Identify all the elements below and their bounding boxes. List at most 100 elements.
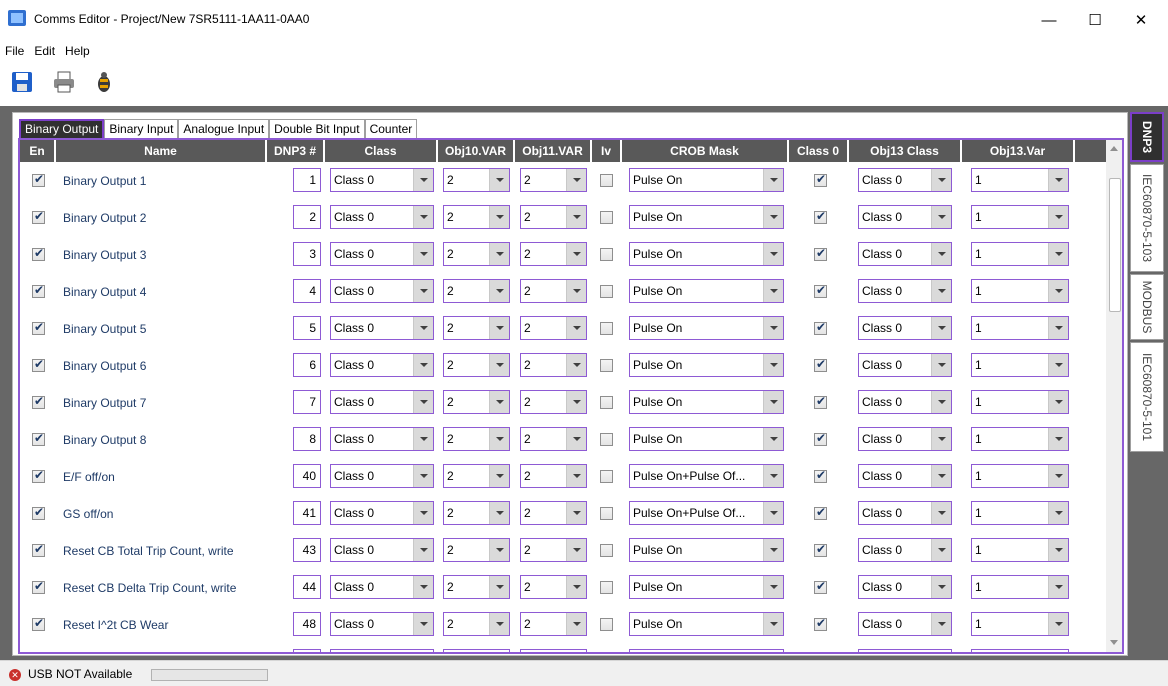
chevron-down-icon[interactable]: [1048, 465, 1068, 487]
combo-select[interactable]: [858, 649, 952, 652]
crob-mask-select[interactable]: Pulse On+Pulse Of...: [629, 501, 784, 525]
chevron-down-icon[interactable]: [1048, 206, 1068, 228]
chevron-down-icon[interactable]: [1048, 280, 1068, 302]
chevron-down-icon[interactable]: [566, 465, 586, 487]
enable-checkbox[interactable]: [32, 542, 45, 557]
class-select[interactable]: Class 0: [330, 427, 434, 451]
crob-mask-select[interactable]: Pulse On: [629, 279, 784, 303]
dnp3-index-input[interactable]: 8: [293, 427, 321, 451]
obj11-var-select[interactable]: 2: [520, 464, 587, 488]
obj13-class-select[interactable]: Class 0: [858, 538, 952, 562]
combo-select[interactable]: [971, 649, 1069, 652]
chevron-down-icon[interactable]: [931, 576, 951, 598]
class-select[interactable]: Class 0: [330, 501, 434, 525]
column-header-obj13-var[interactable]: Obj13.Var: [962, 140, 1075, 162]
class-select[interactable]: Class 0: [330, 279, 434, 303]
obj11-var-select[interactable]: 2: [520, 168, 587, 192]
combo-select[interactable]: [520, 649, 587, 652]
enable-checkbox[interactable]: [32, 209, 45, 224]
dnp3-index-input[interactable]: 41: [293, 501, 321, 525]
obj11-var-select[interactable]: 2: [520, 538, 587, 562]
obj13-var-select[interactable]: 1: [971, 316, 1069, 340]
chevron-down-icon[interactable]: [413, 428, 433, 450]
enable-checkbox[interactable]: [32, 616, 45, 631]
chevron-down-icon[interactable]: [489, 243, 509, 265]
class0-checkbox[interactable]: [814, 209, 827, 224]
iv-checkbox[interactable]: [600, 433, 613, 446]
obj11-var-select[interactable]: 2: [520, 316, 587, 340]
obj10-var-select[interactable]: 2: [443, 279, 510, 303]
save-icon[interactable]: [10, 70, 34, 94]
chevron-down-icon[interactable]: [489, 613, 509, 635]
dnp3-index-input[interactable]: 4: [293, 279, 321, 303]
obj13-var-select[interactable]: 1: [971, 168, 1069, 192]
obj13-class-select[interactable]: Class 0: [858, 427, 952, 451]
side-tab-dnp3[interactable]: DNP3: [1130, 112, 1164, 162]
obj10-var-select[interactable]: 2: [443, 575, 510, 599]
tab-analogue-input[interactable]: Analogue Input: [178, 119, 270, 139]
obj13-class-select[interactable]: Class 0: [858, 390, 952, 414]
dnp3-index-input[interactable]: 6: [293, 353, 321, 377]
chevron-down-icon[interactable]: [931, 613, 951, 635]
side-tab-modbus[interactable]: MODBUS: [1130, 274, 1164, 340]
chevron-down-icon[interactable]: [566, 280, 586, 302]
iv-checkbox[interactable]: [600, 544, 613, 557]
scroll-up-icon[interactable]: [1110, 145, 1118, 151]
chevron-down-icon[interactable]: [763, 280, 783, 302]
close-button[interactable]: ✕: [1118, 0, 1164, 40]
chevron-down-icon[interactable]: [1048, 317, 1068, 339]
dnp3-index-input[interactable]: 2: [293, 205, 321, 229]
chevron-down-icon[interactable]: [763, 465, 783, 487]
crob-mask-select[interactable]: Pulse On: [629, 390, 784, 414]
class-select[interactable]: Class 0: [330, 575, 434, 599]
obj11-var-select[interactable]: 2: [520, 501, 587, 525]
obj10-var-select[interactable]: 2: [443, 538, 510, 562]
obj10-var-select[interactable]: 2: [443, 464, 510, 488]
iv-checkbox[interactable]: [600, 211, 613, 224]
chevron-down-icon[interactable]: [566, 206, 586, 228]
chevron-down-icon[interactable]: [489, 354, 509, 376]
dnp3-index-input[interactable]: 3: [293, 242, 321, 266]
maximize-button[interactable]: ☐: [1072, 0, 1118, 40]
chevron-down-icon[interactable]: [413, 465, 433, 487]
crob-mask-select[interactable]: Pulse On: [629, 427, 784, 451]
chevron-down-icon[interactable]: [413, 613, 433, 635]
obj13-var-select[interactable]: 1: [971, 279, 1069, 303]
chevron-down-icon[interactable]: [763, 613, 783, 635]
enable-checkbox[interactable]: [32, 283, 45, 298]
obj13-class-select[interactable]: Class 0: [858, 279, 952, 303]
obj13-class-select[interactable]: Class 0: [858, 575, 952, 599]
chevron-down-icon[interactable]: [566, 428, 586, 450]
class0-checkbox[interactable]: [814, 579, 827, 594]
tab-double-bit-input[interactable]: Double Bit Input: [269, 119, 365, 139]
chevron-down-icon[interactable]: [1048, 613, 1068, 635]
chevron-down-icon[interactable]: [413, 206, 433, 228]
chevron-down-icon[interactable]: [1048, 428, 1068, 450]
enable-checkbox[interactable]: [32, 172, 45, 187]
chevron-down-icon[interactable]: [566, 354, 586, 376]
obj11-var-select[interactable]: 2: [520, 279, 587, 303]
chevron-down-icon[interactable]: [489, 502, 509, 524]
chevron-down-icon[interactable]: [763, 539, 783, 561]
chevron-down-icon[interactable]: [566, 576, 586, 598]
dnp3-index-input[interactable]: 44: [293, 575, 321, 599]
iv-checkbox[interactable]: [600, 174, 613, 187]
obj13-class-select[interactable]: Class 0: [858, 464, 952, 488]
chevron-down-icon[interactable]: [763, 243, 783, 265]
crob-mask-select[interactable]: Pulse On: [629, 168, 784, 192]
obj13-var-select[interactable]: 1: [971, 575, 1069, 599]
enable-checkbox[interactable]: [32, 246, 45, 261]
chevron-down-icon[interactable]: [489, 576, 509, 598]
obj11-var-select[interactable]: 2: [520, 353, 587, 377]
iv-checkbox[interactable]: [600, 581, 613, 594]
chevron-down-icon[interactable]: [413, 502, 433, 524]
chevron-down-icon[interactable]: [1048, 539, 1068, 561]
obj10-var-select[interactable]: 2: [443, 501, 510, 525]
menu-help[interactable]: Help: [60, 44, 95, 58]
chevron-down-icon[interactable]: [413, 576, 433, 598]
obj11-var-select[interactable]: 2: [520, 242, 587, 266]
enable-checkbox[interactable]: [32, 320, 45, 335]
obj10-var-select[interactable]: 2: [443, 316, 510, 340]
chevron-down-icon[interactable]: [763, 206, 783, 228]
crob-mask-select[interactable]: Pulse On: [629, 205, 784, 229]
